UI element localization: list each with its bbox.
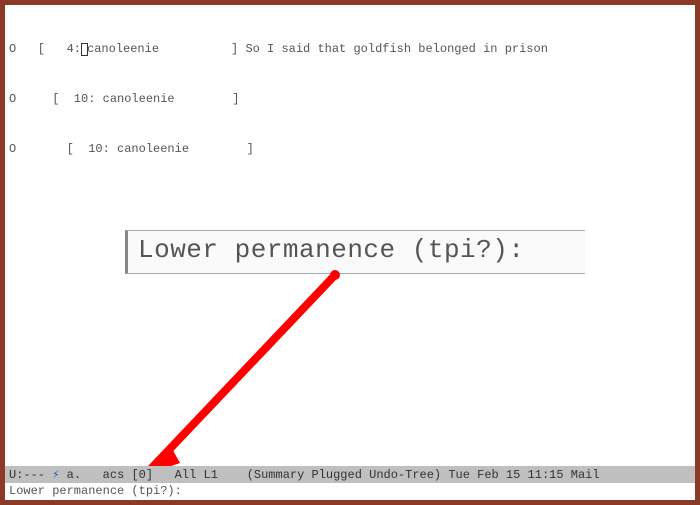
row-text: O [ 10: canoleenie ] xyxy=(9,142,254,156)
row-prefix: O [ 4: xyxy=(9,42,81,56)
minibuffer[interactable]: Lower permanence (tpi?): xyxy=(5,483,695,500)
row-suffix: ] So I said that goldfish belonged in pr… xyxy=(159,42,548,56)
row-text: O [ 10: canoleenie ] xyxy=(9,92,239,106)
callout-magnified-prompt: Lower permanence (tpi?): xyxy=(125,230,585,274)
callout-text: Lower permanence (tpi?): xyxy=(138,235,524,265)
editor-window: O [ 4: canoleenie ] So I said that goldfi… xyxy=(5,5,695,500)
modeline-status: U:--- xyxy=(9,468,52,482)
summary-row[interactable]: O [ 10: canoleenie ] xyxy=(9,141,691,158)
modeline: U:--- ⚡ a. acs [0] All L1 (Summary Plugg… xyxy=(5,466,695,483)
summary-row[interactable]: O [ 4: canoleenie ] So I said that goldfi… xyxy=(9,41,691,58)
minibuffer-prompt: Lower permanence (tpi?): xyxy=(9,484,182,498)
modeline-info: All L1 (Summary Plugged Undo-Tree) Tue F… xyxy=(153,468,599,482)
modeline-buffer-name: a. acs [0] xyxy=(59,468,153,482)
row-user: canoleenie xyxy=(87,42,159,56)
annotation-arrow xyxy=(125,265,385,490)
summary-row[interactable]: O [ 10: canoleenie ] xyxy=(9,91,691,108)
buffer-content[interactable]: O [ 4: canoleenie ] So I said that goldfi… xyxy=(5,5,695,194)
